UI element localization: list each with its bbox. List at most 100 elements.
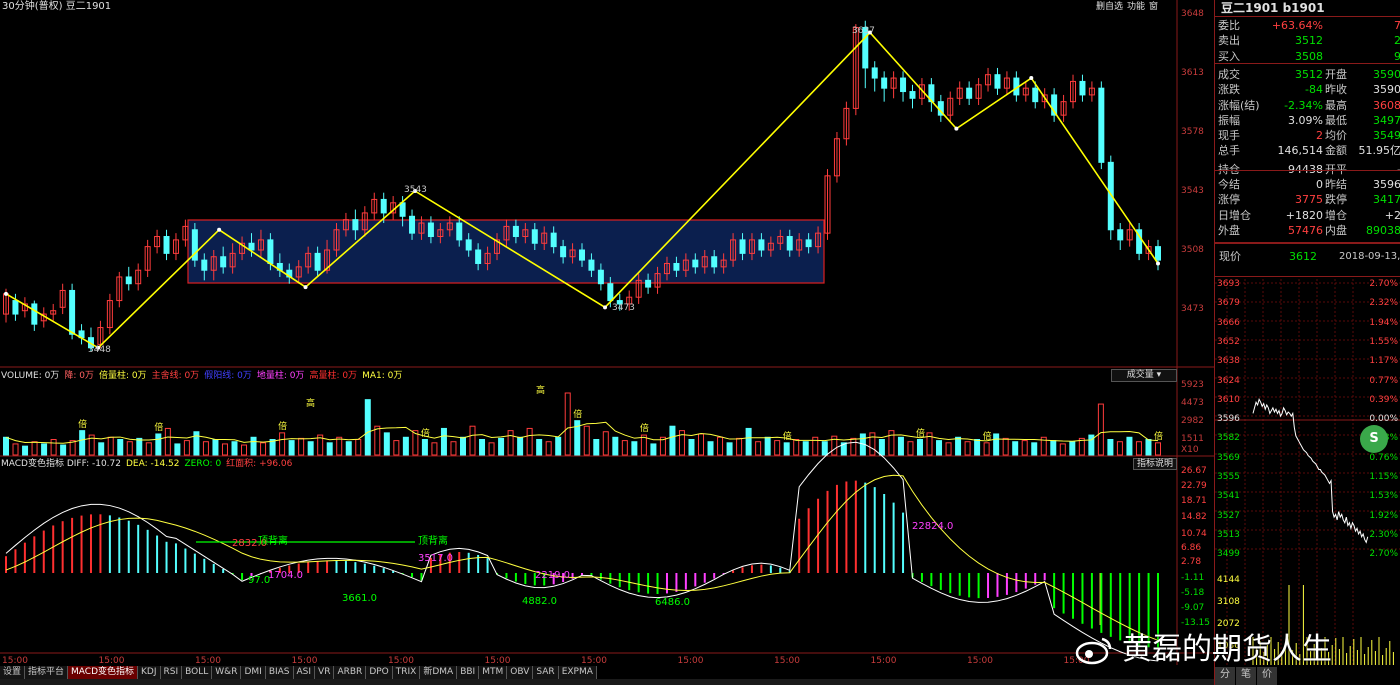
candle xyxy=(833,132,840,183)
weibo-logo-icon xyxy=(1074,635,1114,665)
volume-legend-item: VOLUME: 0万 xyxy=(1,371,60,381)
intraday-left-tick: 3624 xyxy=(1217,375,1240,386)
tab-tick[interactable]: 笔 xyxy=(1236,667,1256,685)
volume-bar xyxy=(878,439,885,456)
candle xyxy=(135,263,142,291)
tab-16[interactable]: MTM xyxy=(479,666,508,679)
tab-10[interactable]: VR xyxy=(315,666,335,679)
tab-3[interactable]: KDJ xyxy=(138,666,161,679)
volume-bar xyxy=(250,436,257,456)
tab-1[interactable]: 指标平台 xyxy=(25,666,69,679)
tab-17[interactable]: OBV xyxy=(507,666,534,679)
indicator-tabs: 设置 指标平台 MACD变色指标 KDJ RSI BOLL W&R DMI BIAS ASI VR A… xyxy=(0,666,1214,679)
quote-row: 涨停 3775 跌停 3417 xyxy=(1215,192,1400,207)
intraday-left-tick: 3638 xyxy=(1217,356,1240,367)
tab-13[interactable]: TRIX xyxy=(392,666,421,679)
volume-bar xyxy=(564,392,571,456)
quote-value: 9 xyxy=(1394,49,1400,63)
quote-label: 跌停 xyxy=(1325,193,1347,207)
volume-bar xyxy=(60,444,67,456)
quote-value: 3596 xyxy=(1373,178,1400,191)
candle xyxy=(1079,74,1086,102)
volume-bar xyxy=(355,439,362,456)
candle xyxy=(1003,71,1010,95)
quote-label: 最高 xyxy=(1325,98,1347,112)
volume-bar xyxy=(260,442,267,456)
kline-chart[interactable] xyxy=(0,0,1214,665)
volume-bar xyxy=(621,440,628,456)
macd-tick: 18.71 xyxy=(1181,496,1207,506)
quote-value: -84 xyxy=(1305,83,1323,97)
tab-7[interactable]: DMI xyxy=(241,666,266,679)
intraday-left-tick: 2072 xyxy=(1217,619,1240,629)
quote-label: 最低 xyxy=(1325,113,1347,127)
volume-bar xyxy=(802,441,809,456)
intraday-left-tick: 3513 xyxy=(1217,529,1240,540)
volume-bar xyxy=(897,436,904,456)
intraday-right-tick: 1.15% xyxy=(1369,472,1398,482)
tab-15[interactable]: BBI xyxy=(457,666,480,679)
macd-area-label: 3517.0 xyxy=(418,553,453,564)
candle xyxy=(172,233,179,261)
candle xyxy=(144,239,151,277)
intraday-left-tick: 3541 xyxy=(1217,491,1240,502)
volume-bar xyxy=(955,436,962,456)
volume-bar xyxy=(888,430,895,456)
volume-bar xyxy=(1135,441,1142,456)
tab-12[interactable]: DPO xyxy=(366,666,393,679)
volume-bar xyxy=(669,425,676,456)
now-price-row: 现价 3612 2018-09-13,四 xyxy=(1215,249,1400,264)
quote-label: 涨幅(结) xyxy=(1218,98,1260,112)
macd-tick: 26.67 xyxy=(1181,466,1207,476)
volume-bar xyxy=(517,436,524,456)
tab-5[interactable]: BOLL xyxy=(182,666,213,679)
macd-tick: 2.78 xyxy=(1181,557,1202,567)
volume-bar xyxy=(726,442,733,456)
volume-bar xyxy=(221,443,228,456)
indicator-help-button[interactable]: 指标说明 xyxy=(1133,458,1177,470)
tab-8[interactable]: BIAS xyxy=(265,666,294,679)
zigzag-high-label: 3637 xyxy=(852,26,875,36)
volume-bar xyxy=(631,441,638,456)
volume-bar xyxy=(450,441,457,456)
tab-minute[interactable]: 分 xyxy=(1215,667,1235,685)
quote-value: 57476 xyxy=(1288,223,1323,237)
quote-value: 3549 xyxy=(1373,129,1400,143)
macd-dea-line xyxy=(5,474,1159,641)
macd-tick: -9.07 xyxy=(1181,603,1205,613)
candle xyxy=(1117,223,1124,250)
volume-bar xyxy=(440,427,447,456)
volume-bar xyxy=(755,441,762,456)
tab-19[interactable]: EXPMA xyxy=(558,666,597,679)
tab-0[interactable]: 设置 xyxy=(0,666,26,679)
macd-legend-item: DEA: -14.52 xyxy=(125,459,180,469)
candle xyxy=(59,283,66,315)
now-price-label: 现价 xyxy=(1219,250,1241,263)
tab-price[interactable]: 价 xyxy=(1257,667,1277,685)
tab-6[interactable]: W&R xyxy=(212,666,242,679)
candle xyxy=(994,67,1001,95)
intraday-left-tick: 3582 xyxy=(1217,433,1240,444)
volume-bar xyxy=(1021,440,1028,456)
candle xyxy=(947,91,954,122)
volume-bar xyxy=(241,444,248,456)
volume-bar xyxy=(783,442,790,456)
candle xyxy=(890,71,897,99)
macd-area-label: 顶背离 xyxy=(418,536,448,547)
tab-11[interactable]: ARBR xyxy=(334,666,367,679)
quote-value: 89038 xyxy=(1366,223,1400,237)
volume-bar xyxy=(717,436,724,456)
tab-4[interactable]: RSI xyxy=(160,666,183,679)
volume-indicator-dropdown[interactable]: 成交量 ▾ xyxy=(1111,369,1177,382)
tab-14[interactable]: 新DMA xyxy=(420,666,458,679)
tab-9[interactable]: ASI xyxy=(293,666,316,679)
volume-bar xyxy=(1155,442,1161,456)
tab-2[interactable]: MACD变色指标 xyxy=(68,666,139,679)
scroll-top-button[interactable]: S xyxy=(1360,425,1388,453)
volume-bar xyxy=(431,442,438,456)
zigzag-point xyxy=(954,126,959,131)
tab-18[interactable]: SAR xyxy=(533,666,559,679)
volume-bar xyxy=(288,440,295,456)
intraday-price-line xyxy=(1252,398,1369,544)
price-tick: 3508 xyxy=(1181,245,1204,255)
